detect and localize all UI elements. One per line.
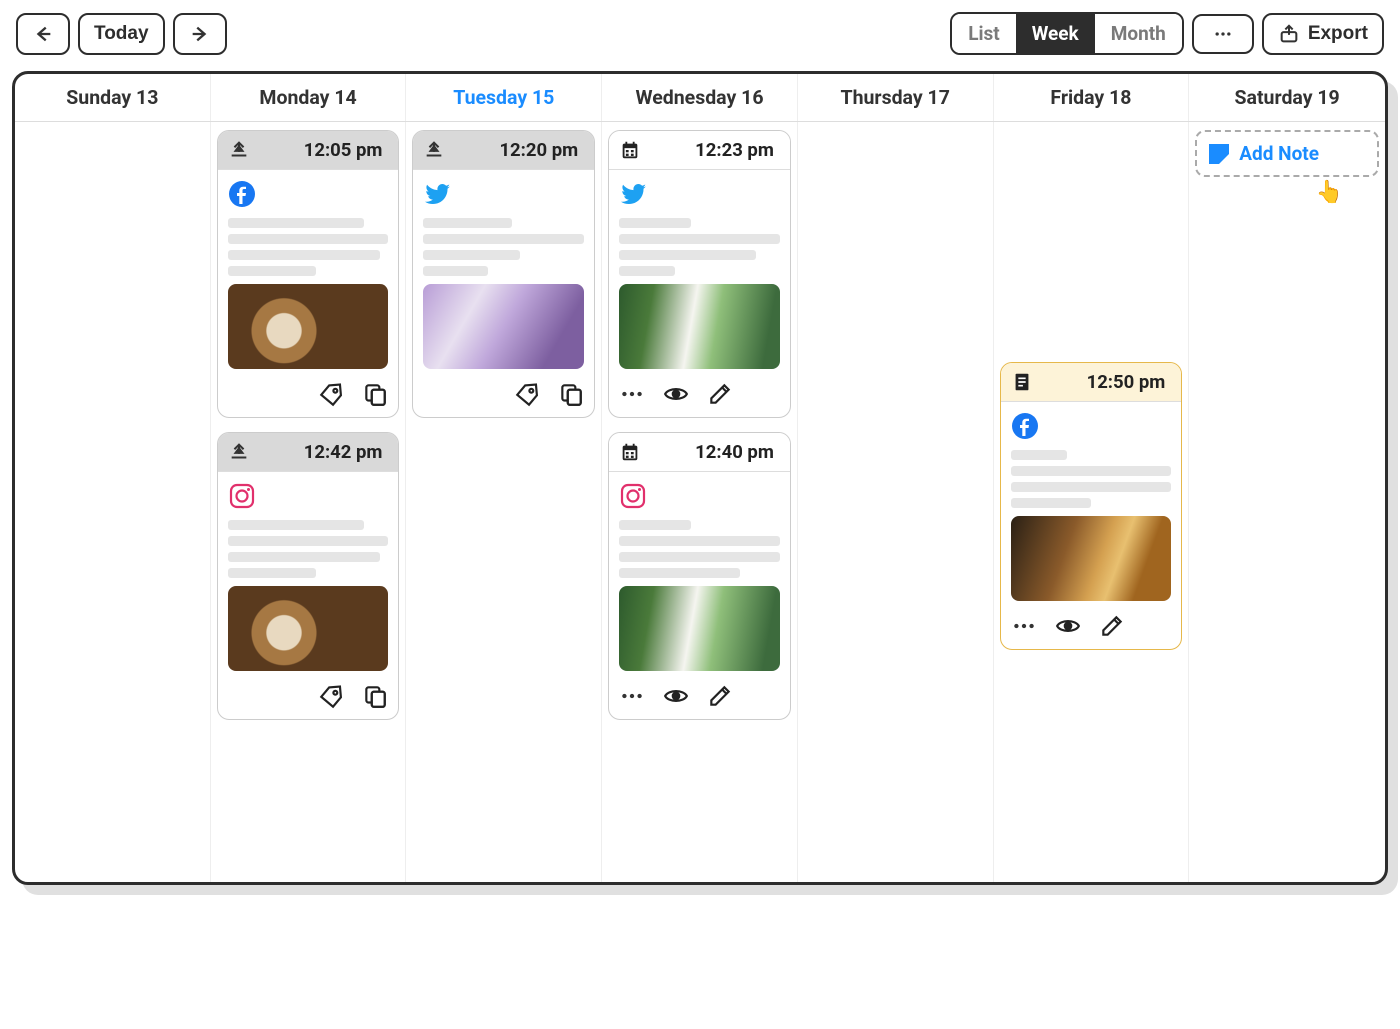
- today-button[interactable]: Today: [78, 13, 165, 55]
- day-head-sunday: Sunday 13: [15, 74, 211, 121]
- upload-icon: [423, 139, 445, 161]
- post-thumbnail: [619, 284, 780, 369]
- view-segmented-control: List Week Month: [950, 12, 1184, 55]
- cursor-hand-icon: 👆: [1316, 180, 1343, 205]
- post-text-placeholder: [1011, 450, 1172, 508]
- next-week-button[interactable]: [173, 13, 227, 55]
- add-note-label: Add Note: [1239, 142, 1319, 165]
- edit-icon[interactable]: [707, 381, 733, 407]
- post-card[interactable]: 12:50 pm: [1000, 362, 1183, 650]
- copy-icon[interactable]: [558, 381, 584, 407]
- post-actions: [218, 679, 399, 719]
- post-actions: [218, 377, 399, 417]
- post-card-header: 12:40 pm: [609, 433, 790, 472]
- post-time: 12:23 pm: [651, 139, 780, 161]
- post-time: 12:40 pm: [651, 441, 780, 463]
- dots-icon: [1208, 24, 1238, 44]
- prev-week-button[interactable]: [16, 13, 70, 55]
- day-head-wednesday: Wednesday 16: [602, 74, 798, 121]
- day-head-friday: Friday 18: [994, 74, 1190, 121]
- post-thumbnail: [619, 586, 780, 671]
- day-head-tuesday: Tuesday 15: [406, 74, 602, 121]
- post-time: 12:42 pm: [260, 441, 389, 463]
- day-head-monday: Monday 14: [211, 74, 407, 121]
- eye-icon[interactable]: [1055, 613, 1081, 639]
- post-actions: [609, 679, 790, 719]
- day-col-saturday[interactable]: Add Note 👆: [1189, 122, 1385, 882]
- post-thumbnail: [228, 586, 389, 671]
- edit-icon[interactable]: [1099, 613, 1125, 639]
- post-card-header: 12:50 pm: [1001, 363, 1182, 402]
- post-card-header: 12:23 pm: [609, 131, 790, 170]
- arrow-right-icon: [189, 23, 211, 45]
- tag-icon[interactable]: [318, 683, 344, 709]
- instagram-icon: [228, 482, 256, 510]
- more-icon[interactable]: [1011, 613, 1037, 639]
- post-thumbnail: [1011, 516, 1172, 601]
- post-time: 12:05 pm: [260, 139, 389, 161]
- note-doc-icon: [1011, 371, 1033, 393]
- post-card[interactable]: 12:20 pm: [412, 130, 595, 418]
- copy-icon[interactable]: [362, 683, 388, 709]
- day-col-sunday[interactable]: [15, 122, 211, 882]
- day-col-thursday[interactable]: [798, 122, 994, 882]
- calendar-icon: [619, 441, 641, 463]
- calendar-icon: [619, 139, 641, 161]
- post-time: 12:50 pm: [1043, 371, 1172, 393]
- toolbar: Today List Week Month Export: [12, 12, 1388, 55]
- copy-icon[interactable]: [362, 381, 388, 407]
- day-col-friday[interactable]: 12:50 pm: [994, 122, 1190, 882]
- week-calendar: Sunday 13 Monday 14 Tuesday 15 Wednesday…: [12, 71, 1388, 885]
- tag-icon[interactable]: [514, 381, 540, 407]
- day-col-wednesday[interactable]: 12:23 pm 12:40 pm: [602, 122, 798, 882]
- view-week-tab[interactable]: Week: [1016, 14, 1095, 53]
- note-icon: [1209, 144, 1229, 164]
- post-text-placeholder: [228, 218, 389, 276]
- post-actions: [1001, 609, 1182, 649]
- post-card[interactable]: 12:05 pm: [217, 130, 400, 418]
- post-card[interactable]: 12:42 pm: [217, 432, 400, 720]
- post-thumbnail: [423, 284, 584, 369]
- export-button[interactable]: Export: [1262, 13, 1384, 55]
- view-month-tab[interactable]: Month: [1095, 14, 1182, 53]
- arrow-left-icon: [32, 23, 54, 45]
- post-actions: [413, 377, 594, 417]
- facebook-icon: [1011, 412, 1039, 440]
- week-body: 12:05 pm 12:42 pm: [15, 122, 1385, 882]
- post-card-header: 12:05 pm: [218, 131, 399, 170]
- post-card-header: 12:20 pm: [413, 131, 594, 170]
- twitter-icon: [619, 180, 647, 208]
- instagram-icon: [619, 482, 647, 510]
- upload-icon: [228, 139, 250, 161]
- post-actions: [609, 377, 790, 417]
- post-card[interactable]: 12:40 pm: [608, 432, 791, 720]
- edit-icon[interactable]: [707, 683, 733, 709]
- post-time: 12:20 pm: [455, 139, 584, 161]
- day-head-thursday: Thursday 17: [798, 74, 994, 121]
- tag-icon[interactable]: [318, 381, 344, 407]
- more-icon[interactable]: [619, 381, 645, 407]
- eye-icon[interactable]: [663, 381, 689, 407]
- day-col-monday[interactable]: 12:05 pm 12:42 pm: [211, 122, 407, 882]
- add-note-button[interactable]: Add Note: [1195, 130, 1379, 177]
- post-card-header: 12:42 pm: [218, 433, 399, 472]
- facebook-icon: [228, 180, 256, 208]
- export-icon: [1278, 23, 1300, 45]
- eye-icon[interactable]: [663, 683, 689, 709]
- day-head-saturday: Saturday 19: [1189, 74, 1385, 121]
- post-card[interactable]: 12:23 pm: [608, 130, 791, 418]
- day-col-tuesday[interactable]: 12:20 pm: [406, 122, 602, 882]
- post-thumbnail: [228, 284, 389, 369]
- export-label: Export: [1308, 23, 1368, 45]
- upload-icon: [228, 441, 250, 463]
- week-header: Sunday 13 Monday 14 Tuesday 15 Wednesday…: [15, 74, 1385, 122]
- twitter-icon: [423, 180, 451, 208]
- more-icon[interactable]: [619, 683, 645, 709]
- post-text-placeholder: [423, 218, 584, 276]
- more-options-button[interactable]: [1192, 14, 1254, 54]
- post-text-placeholder: [619, 218, 780, 276]
- view-list-tab[interactable]: List: [952, 14, 1016, 53]
- post-text-placeholder: [228, 520, 389, 578]
- post-text-placeholder: [619, 520, 780, 578]
